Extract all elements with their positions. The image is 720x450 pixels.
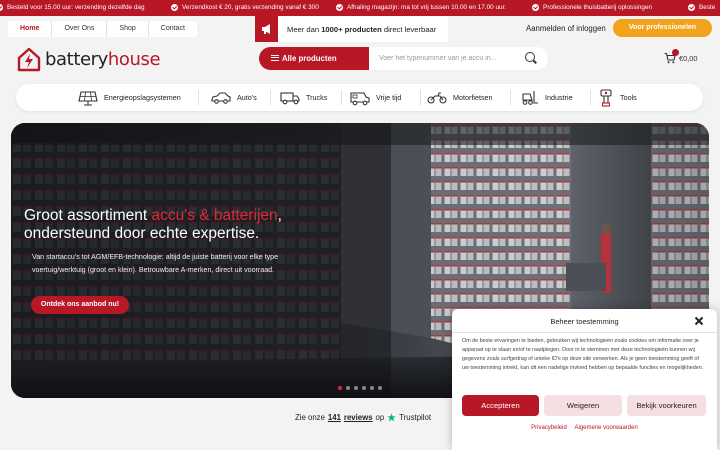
hero-text: Van startaccu's tot AGM/EFB-technologie:… [32, 253, 279, 275]
cart-total[interactable]: €0,00 [679, 54, 698, 63]
logo-text-part2: house [107, 48, 161, 70]
modal-title: Beheer toestemming [550, 317, 619, 326]
camper-icon [350, 91, 370, 105]
category-motorfietsen[interactable]: Motorfietsen [427, 84, 493, 111]
cart-badge [672, 49, 679, 56]
search-input[interactable] [369, 47, 548, 70]
slider-dot[interactable] [378, 386, 382, 390]
trustpilot-brand: Trustpilot [399, 413, 432, 422]
slider-dot[interactable] [338, 386, 342, 390]
search-icon[interactable] [525, 52, 535, 62]
category-vrije-tijd[interactable]: Vrije tijd [350, 84, 401, 111]
privacy-link[interactable]: Privacybeleid [531, 425, 567, 431]
motorcycle-icon [427, 91, 447, 104]
drill-icon [600, 88, 612, 107]
hero-cta-button[interactable]: Ontdek ons aanbod nu! [31, 296, 129, 314]
announcement-item: Besteld voor 15.00 uur: verzending dezel… [0, 4, 145, 11]
modal-links: Privacybeleid Algemene voorwaarden [452, 425, 717, 431]
slider-dot[interactable] [354, 386, 358, 390]
announcement-item: Professionele thuisbatterij oplossingen [532, 4, 652, 11]
slider-dot[interactable] [346, 386, 350, 390]
accept-button[interactable]: Accepteren [462, 395, 539, 416]
category-industrie[interactable]: Industrie [521, 84, 573, 111]
announcement-item: Verzendkost € 20, gratis verzending vana… [171, 4, 319, 11]
solar-panel-icon [78, 90, 98, 106]
category-trucks[interactable]: Trucks [280, 84, 327, 111]
category-tools[interactable]: Tools [598, 84, 637, 111]
check-icon [336, 4, 343, 11]
menu-icon [271, 55, 279, 61]
forklift-icon [522, 90, 538, 105]
logo[interactable]: batteryhouse [16, 46, 161, 72]
review-count: 141 [327, 413, 341, 422]
cookie-consent-modal: Beheer toestemming Om de beste ervaringe… [452, 309, 717, 450]
deny-button[interactable]: Weigeren [544, 395, 622, 416]
modal-body: Om de beste ervaringen te bieden, gebrui… [462, 338, 704, 372]
announcement-item: Afhaling magazijn: ma tot vrij tussen 10… [336, 4, 506, 11]
slider-dot[interactable] [370, 386, 374, 390]
category-autos[interactable]: Auto's [211, 84, 257, 111]
category-divider [270, 90, 271, 105]
category-energieopslag[interactable]: Energieopslagsystemen [78, 84, 181, 111]
logo-text-part1: battery [45, 48, 108, 70]
check-icon [0, 4, 3, 11]
check-icon [532, 4, 539, 11]
view-preferences-button[interactable]: Bekijk voorkeuren [627, 395, 706, 416]
nav-shop[interactable]: Shop [107, 21, 149, 37]
slider-dot[interactable] [362, 386, 366, 390]
professionals-button[interactable]: Voor professionelen [613, 19, 712, 37]
category-divider [590, 90, 591, 105]
login-link[interactable]: Aanmelden of inloggen [526, 24, 606, 33]
main-nav: Home Over Ons Shop Contact [8, 21, 197, 37]
category-bar: Energieopslagsystemen Auto's Trucks Vrij… [16, 84, 703, 111]
slider-dots [338, 386, 382, 390]
nav-contact[interactable]: Contact [149, 21, 197, 37]
promo-banner: Meer dan 1000+ producten direct leverbaa… [255, 16, 448, 42]
car-icon [211, 91, 231, 104]
announcement-bar: Besteld voor 15.00 uur: verzending dezel… [0, 0, 720, 16]
nav-over-ons[interactable]: Over Ons [52, 21, 108, 37]
trustpilot-widget[interactable]: Zie onze 141 reviews op Trustpilot [295, 413, 431, 422]
hero-title: Groot assortiment accu's & batterijen, o… [24, 207, 282, 242]
all-products-button[interactable]: Alle producten [259, 47, 369, 70]
announcement-item: Beste [688, 4, 715, 11]
truck-icon [280, 91, 300, 104]
close-icon[interactable] [694, 316, 704, 326]
nav-row: Home Over Ons Shop Contact Meer dan 1000… [0, 16, 720, 42]
check-icon [171, 4, 178, 11]
modal-divider [452, 332, 717, 333]
category-divider [510, 90, 511, 105]
nav-home[interactable]: Home [8, 21, 53, 37]
category-divider [420, 90, 421, 105]
check-icon [688, 4, 695, 11]
house-bolt-icon [17, 47, 41, 72]
category-divider [341, 90, 342, 105]
promo-text: Meer dan 1000+ producten direct leverbaa… [287, 24, 437, 34]
terms-link[interactable]: Algemene voorwaarden [574, 425, 637, 431]
category-divider [198, 90, 199, 105]
megaphone-icon [255, 16, 278, 42]
star-icon [387, 413, 396, 422]
